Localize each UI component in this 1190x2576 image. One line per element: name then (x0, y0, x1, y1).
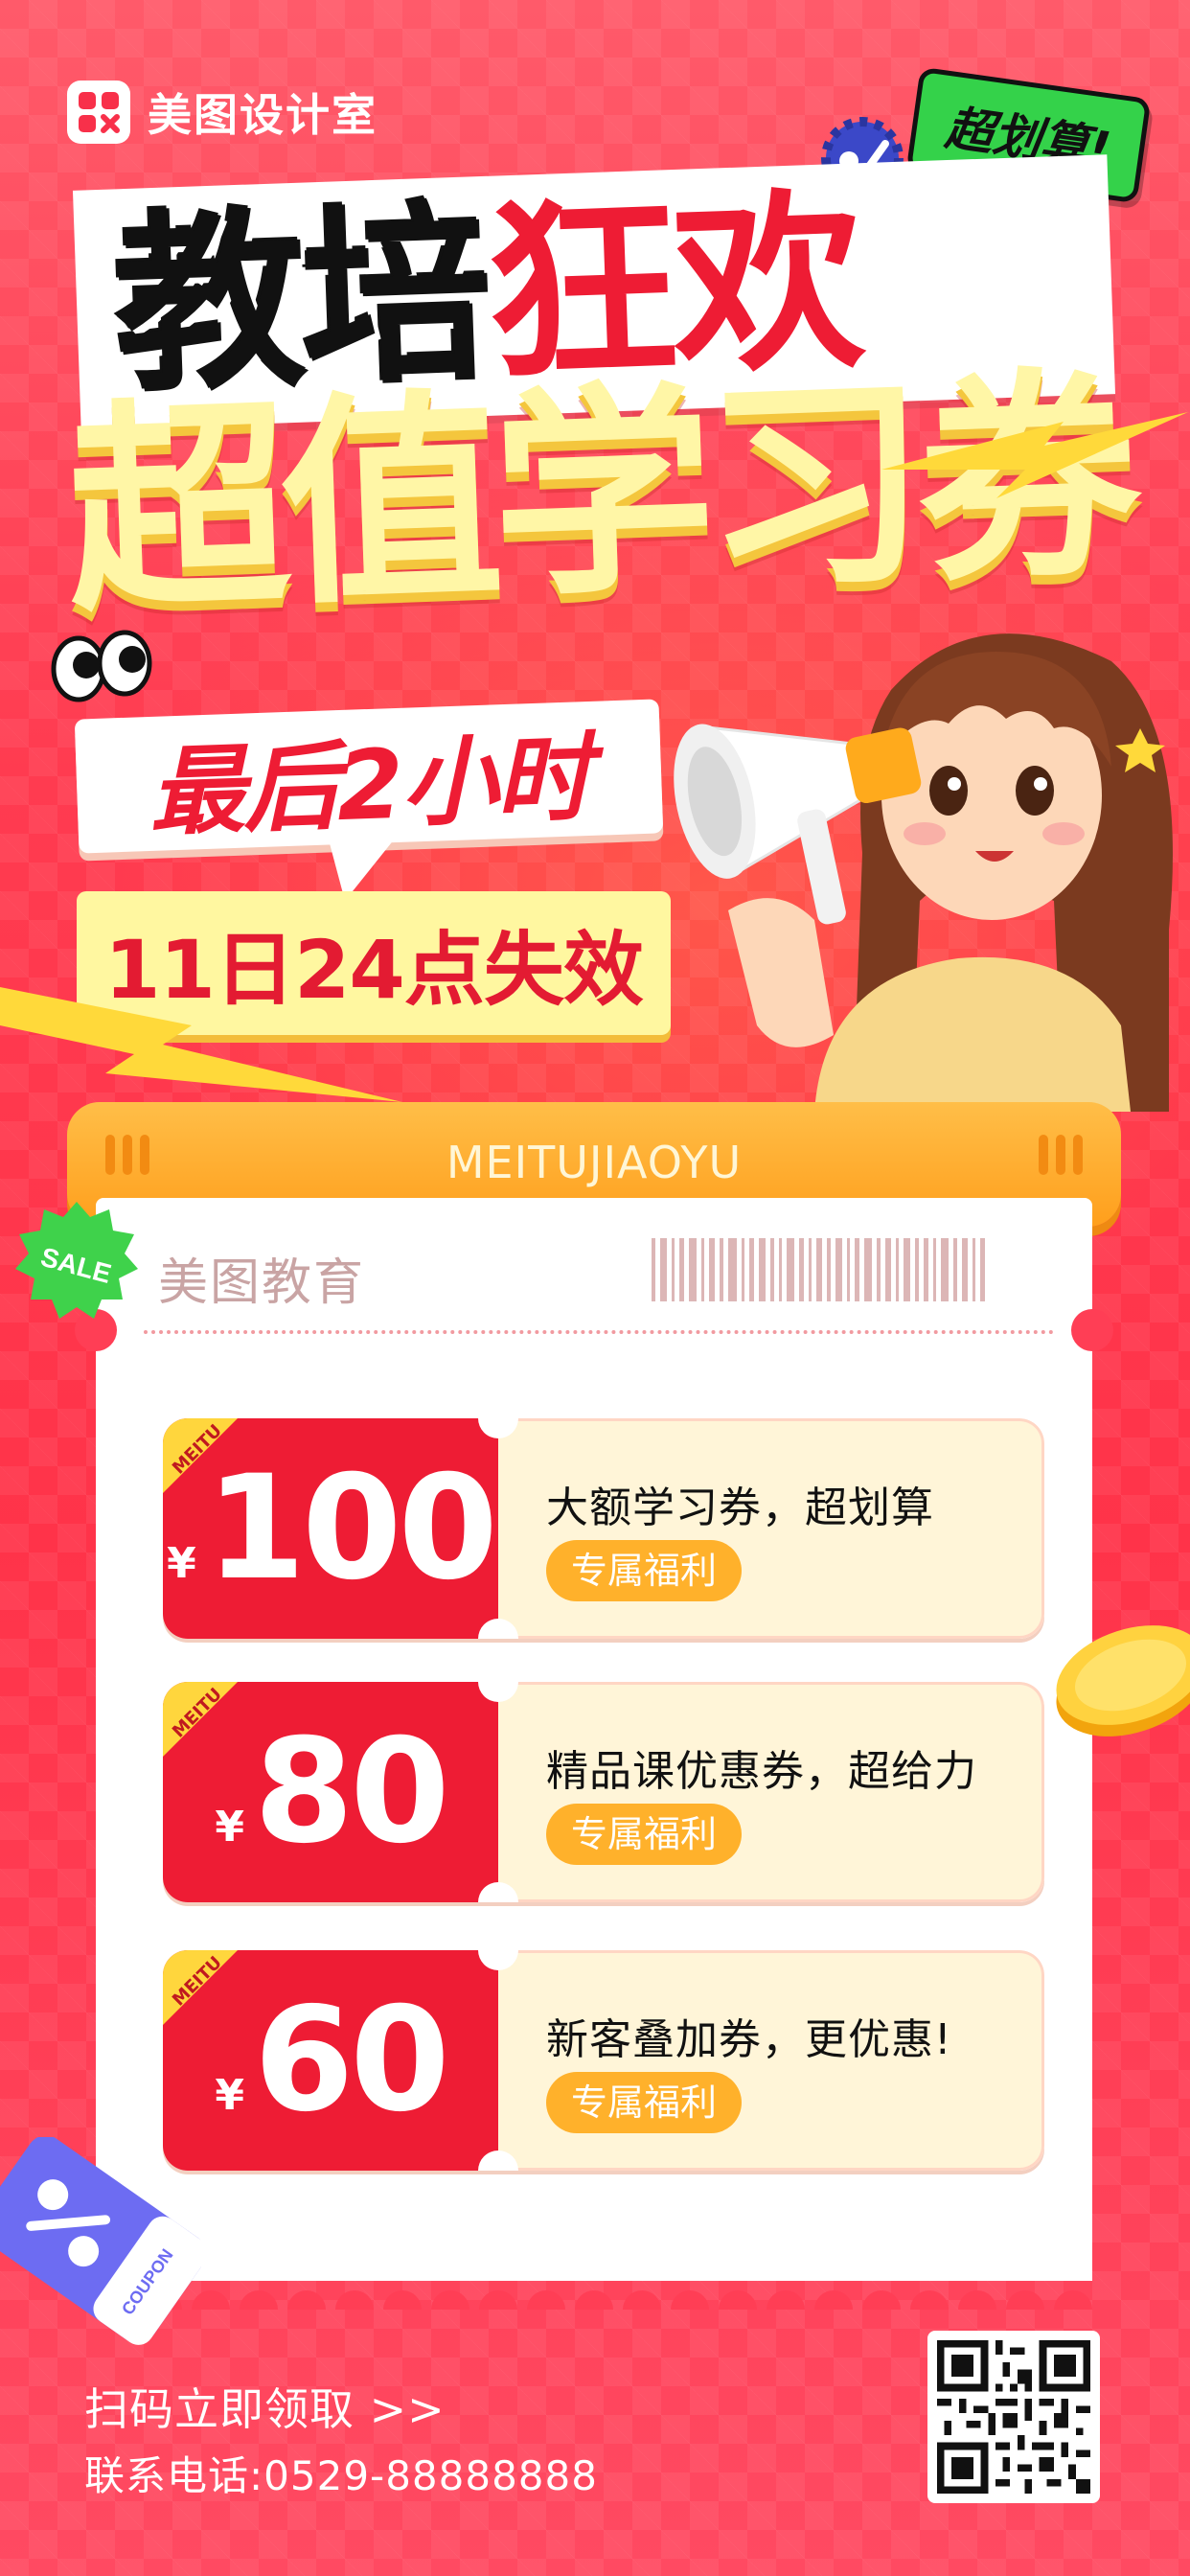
coupon-card[interactable]: ¥ 100 MEITU 大额学习券，超划算 专属福利 (163, 1418, 1044, 1639)
coupon-title: 新客叠加券，更优惠! (546, 2015, 952, 2064)
contact-phone: 联系电话:0529-88888888 (84, 2452, 598, 2499)
girl-with-megaphone-illustration (674, 633, 1173, 1112)
cartoon-eyes-icon (51, 630, 152, 702)
coupon-amount-panel: ¥ 80 (163, 1682, 498, 1902)
poster: 美图设计室 超划算! 教培 狂欢 超值学习券 最后2小时 11日24点失效 ME… (0, 0, 1190, 2576)
dotted-divider (144, 1330, 1054, 1334)
ticket-scalloped-edge (96, 2252, 1092, 2310)
lightning-icon (881, 412, 1188, 498)
coupon-title: 大额学习券，超划算 (546, 1484, 934, 1532)
coupon-title: 精品课优惠券，超给力 (546, 1747, 977, 1796)
coupon-amount: 60 (253, 1977, 450, 2144)
ticket-notch-right (1071, 1309, 1113, 1351)
lightning-icon (0, 987, 402, 1102)
ticket-title: 美图教育 (158, 1254, 366, 1312)
qr-code-icon[interactable] (927, 2331, 1100, 2503)
barcode-icon (652, 1238, 1054, 1301)
coupon-info-panel: 精品课优惠券，超给力 专属福利 (498, 1682, 1044, 1902)
coupon-info-panel: 大额学习券，超划算 专属福利 (498, 1418, 1044, 1639)
coupon-amount-panel: ¥ 100 (163, 1418, 498, 1639)
coupon-tag-button[interactable]: 专属福利 (546, 1540, 743, 1601)
brand: 美图设计室 (67, 80, 378, 144)
coupon-currency: ¥ (167, 1539, 196, 1588)
coupon-amount: 80 (253, 1709, 450, 1875)
coupon-sticker-icon: COUPON (0, 2137, 201, 2345)
coupon-currency: ¥ (215, 1803, 244, 1852)
sale-badge: SALE (15, 1202, 138, 1319)
scan-cta[interactable]: 扫码立即领取 >> (84, 2375, 446, 2438)
gold-coin-icon (1056, 1625, 1190, 1736)
coupon-info-panel: 新客叠加券，更优惠! 专属福利 (498, 1950, 1044, 2171)
coupon-amount-panel: ¥ 60 (163, 1950, 498, 2171)
ticket-header-label: MEITUJIAOYU (446, 1137, 743, 1188)
meitu-logo-icon (67, 80, 130, 144)
ticket-header-marks-right (1039, 1135, 1083, 1175)
coupon-tag-button[interactable]: 专属福利 (546, 2072, 743, 2133)
coupon-currency: ¥ (215, 2071, 244, 2120)
coupon-tag-button[interactable]: 专属福利 (546, 1804, 743, 1865)
coupon-amount: 100 (205, 1445, 498, 1612)
coupon-card[interactable]: ¥ 80 MEITU 精品课优惠券，超给力 专属福利 (163, 1682, 1044, 1902)
brand-name: 美图设计室 (148, 89, 378, 141)
coupon-card[interactable]: ¥ 60 MEITU 新客叠加券，更优惠! 专属福利 (163, 1950, 1044, 2171)
